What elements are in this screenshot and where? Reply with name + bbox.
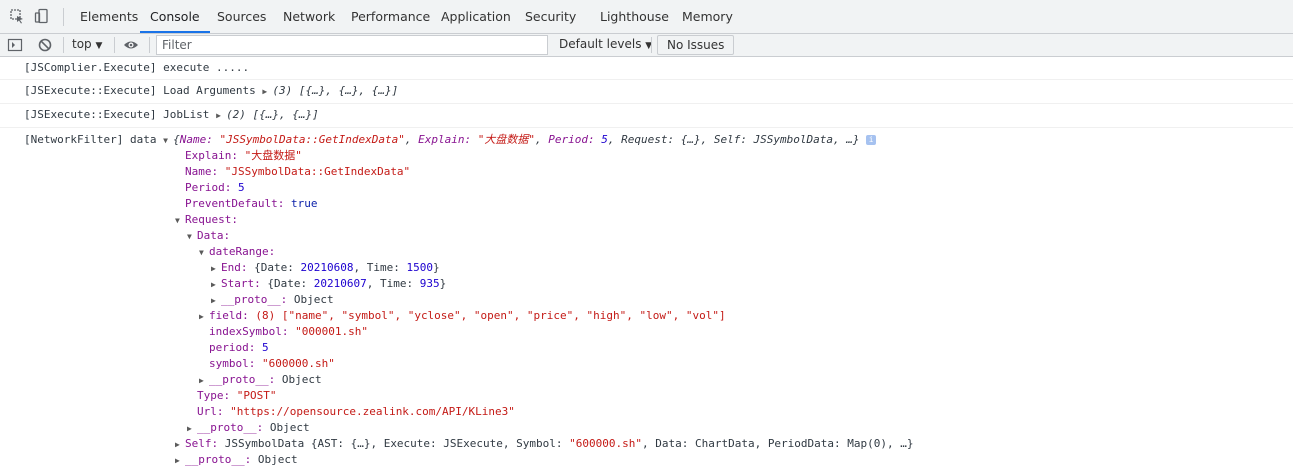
prop-proto[interactable]: ▶ __proto__: Object <box>175 452 298 469</box>
toolbar-divider <box>114 37 115 53</box>
issues-button[interactable]: No Issues <box>657 35 735 55</box>
devtools-tabbar: Elements Console Sources Network Perform… <box>0 0 1293 34</box>
console-message: [JSExecute::Execute] JobList ▶ (2) [{…}, … <box>0 104 1293 128</box>
collapse-triangle-icon[interactable]: ▼ <box>163 133 173 149</box>
expand-triangle-icon[interactable]: ▶ <box>216 108 226 124</box>
dropdown-arrow-icon: ▼ <box>95 41 103 51</box>
collapse-triangle-icon[interactable]: ▼ <box>199 245 209 261</box>
prop-name: Name: "JSSymbolData::GetIndexData" <box>185 165 411 178</box>
toolbar-divider <box>149 37 150 53</box>
inspect-element-icon[interactable] <box>9 8 25 24</box>
prop-symbol: symbol: "600000.sh" <box>209 357 335 370</box>
prop-daterange[interactable]: ▼ dateRange: <box>199 244 275 261</box>
prop-self[interactable]: ▶ Self: JSSymbolData {AST: {…}, Execute: … <box>175 436 914 453</box>
tab-network[interactable]: Network <box>283 0 335 33</box>
expand-triangle-icon[interactable]: ▶ <box>211 277 221 293</box>
prop-preventdefault: PreventDefault: true <box>185 197 318 210</box>
prop-start[interactable]: ▶ Start: {Date: 20210607, Time: 935} <box>211 276 446 293</box>
prop-field[interactable]: ▶ field: (8) ["name", "symbol", "yclose",… <box>199 308 726 325</box>
toolbar-divider <box>63 37 64 53</box>
context-selector[interactable]: top ▼ <box>72 37 102 51</box>
live-expression-eye-icon[interactable] <box>123 37 139 53</box>
tab-lighthouse[interactable]: Lighthouse <box>600 0 669 33</box>
console-toolbar: top ▼ Default levels ▼ No Issues <box>0 34 1293 57</box>
tab-elements[interactable]: Elements <box>80 0 138 33</box>
prop-explain: Explain: "大盘数据" <box>185 149 302 162</box>
network-filter-message: [NetworkFilter] data ▼ {Name: "JSSymbolDa… <box>0 128 1293 472</box>
filter-input[interactable] <box>156 35 548 55</box>
device-toolbar-icon[interactable] <box>34 8 50 24</box>
collapse-triangle-icon[interactable]: ▼ <box>187 229 197 245</box>
tab-performance[interactable]: Performance <box>351 0 430 33</box>
prop-proto[interactable]: ▶ __proto__: Object <box>187 420 310 437</box>
expand-triangle-icon[interactable]: ▶ <box>199 373 209 389</box>
prop-proto[interactable]: ▶ __proto__: Object <box>211 292 334 309</box>
console-message: [JSComplier.Execute] execute ..... <box>0 57 1293 80</box>
expand-triangle-icon[interactable]: ▶ <box>211 293 221 309</box>
collapse-triangle-icon[interactable]: ▼ <box>175 213 185 229</box>
prop-end[interactable]: ▶ End: {Date: 20210608, Time: 1500} <box>211 260 440 277</box>
console-output: [JSComplier.Execute] execute ..... [JSEx… <box>0 57 1293 472</box>
tab-application[interactable]: Application <box>441 0 511 33</box>
expand-triangle-icon[interactable]: ▶ <box>187 421 197 437</box>
expand-triangle-icon[interactable]: ▶ <box>199 309 209 325</box>
console-message: [JSExecute::Execute] Load Arguments ▶ (3)… <box>0 80 1293 104</box>
prop-type: Type: "POST" <box>197 389 277 402</box>
toolbar-divider <box>651 37 652 53</box>
prop-proto[interactable]: ▶ __proto__: Object <box>199 372 322 389</box>
clear-console-icon[interactable] <box>37 37 53 53</box>
tabbar-divider <box>63 8 64 26</box>
expand-triangle-icon[interactable]: ▶ <box>211 261 221 277</box>
tab-security[interactable]: Security <box>525 0 576 33</box>
tab-sources[interactable]: Sources <box>217 0 266 33</box>
prop-indexsymbol: indexSymbol: "000001.sh" <box>209 325 368 338</box>
expand-triangle-icon[interactable]: ▶ <box>175 437 185 453</box>
object-summary-line[interactable]: [NetworkFilter] data ▼ {Name: "JSSymbolDa… <box>24 132 877 149</box>
tab-console[interactable]: Console <box>140 0 210 33</box>
prop-url: Url: "https://opensource.zealink.com/API… <box>197 405 515 418</box>
tab-memory[interactable]: Memory <box>682 0 733 33</box>
show-sidebar-icon[interactable] <box>7 37 23 53</box>
prop-period: Period: 5 <box>185 181 245 194</box>
expand-triangle-icon[interactable]: ▶ <box>175 453 185 469</box>
log-levels-dropdown[interactable]: Default levels ▼ <box>559 37 652 51</box>
prop-request[interactable]: ▼ Request: <box>175 212 238 229</box>
prop-period-inner: period: 5 <box>209 341 269 354</box>
info-icon[interactable]: i <box>866 135 877 145</box>
expand-triangle-icon[interactable]: ▶ <box>262 84 272 100</box>
prop-data[interactable]: ▼ Data: <box>187 228 230 245</box>
